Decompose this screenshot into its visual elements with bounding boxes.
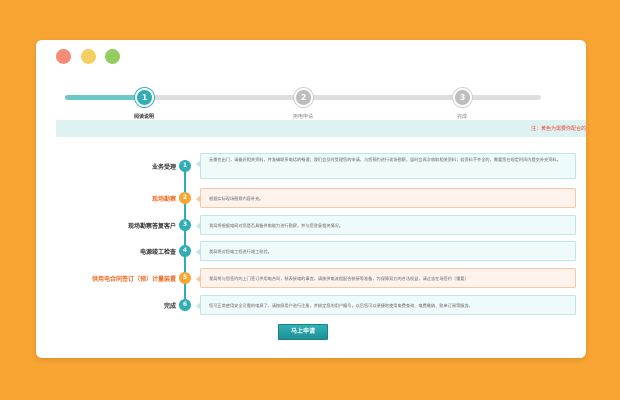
- process-step-description-box: 根据实际现场勘察内容补充。: [196, 188, 576, 208]
- process-step-6: 完成 6 您可正常使用安全可靠的电源了，请按照用户进行注册，并绑定您的用户编号，…: [36, 295, 586, 315]
- process-step-title: 现场勘察答复客户: [127, 223, 176, 230]
- process-step-title: 现场勘察: [151, 196, 176, 203]
- process-step-title: 完成: [163, 303, 176, 310]
- process-step-title: 供用电合同签订（预）计量装置: [91, 276, 176, 283]
- step-1-label: 阅读说明: [133, 114, 154, 120]
- notice-bar: 注：黄色为需要你配合的: [56, 120, 586, 137]
- process-step-number: 1: [179, 160, 191, 172]
- step-3-circle[interactable]: 3: [453, 88, 472, 107]
- process-step-description-box: 我局将与您签约的上门签订供用电合同，装表接电的事宜，请按供电流程配合装接等准备，…: [196, 268, 576, 288]
- step-progress-fill: [65, 95, 146, 100]
- process-step-description-box: 无需也出门，请备好相关资料，并准确联系电话的畅通；我们会及时受理您的申请，与您预…: [196, 153, 576, 179]
- process-step-description: 无需也出门，请备好相关资料，并准确联系电话的畅通；我们会及时受理您的申请，与您预…: [209, 157, 561, 162]
- step-1-circle[interactable]: 1: [135, 88, 154, 107]
- browser-window: 1 阅读说明 2 用电申请 3 完成 注：黄色为需要你配合的 业务受理 1 无需…: [36, 40, 586, 358]
- process-step-number: 5: [179, 272, 191, 284]
- step-2-circle[interactable]: 2: [294, 88, 313, 107]
- process-step-2: 现场勘察 2 根据实际现场勘察内容补充。: [36, 188, 586, 208]
- process-step-4: 电源竣工检查 4 我局将对您电工程进行竣工检验。: [36, 241, 586, 261]
- notice-text: 注：黄色为需要你配合的: [530, 126, 586, 132]
- close-window-button[interactable]: [56, 49, 71, 64]
- process-step-description: 我局将与您签约的上门签订供用电合同，装表接电的事宜，请按供电流程配合装接等准备，…: [209, 276, 469, 281]
- process-step-1: 业务受理 1 无需也出门，请备好相关资料，并准确联系电话的畅通；我们会及时受理您…: [36, 153, 586, 179]
- process-step-description: 根据实际现场勘察内容补充。: [209, 196, 264, 201]
- apply-now-button[interactable]: 马上申请: [278, 324, 328, 340]
- process-step-description-box: 我局将对您电工程进行竣工检验。: [196, 241, 576, 261]
- process-step-title: 电源竣工检查: [139, 249, 176, 256]
- process-step-number: 6: [179, 299, 191, 311]
- process-step-number: 2: [179, 192, 191, 204]
- step-2-label: 用电申请: [292, 114, 313, 120]
- window-titlebar: [36, 40, 586, 74]
- process-step-description: 我局将对您电工程进行竣工检验。: [209, 249, 272, 254]
- process-step-description-box: 您可正常使用安全可靠的电源了，请按照用户进行注册，并绑定您的用户编号，以后您可以…: [196, 295, 576, 315]
- process-step-title: 业务受理: [151, 164, 176, 171]
- process-step-5: 供用电合同签订（预）计量装置 5 我局将与您签约的上门签订供用电合同，装表接电的…: [36, 268, 586, 288]
- minimize-window-button[interactable]: [81, 49, 96, 64]
- process-step-number: 4: [179, 245, 191, 257]
- step-3-label: 完成: [456, 114, 467, 120]
- process-step-number: 3: [179, 219, 191, 231]
- process-step-description-box: 我局将根据电网对您是否具备供电能力进行勘察，并与您答复相关情况。: [196, 215, 576, 235]
- process-step-description: 我局将根据电网对您是否具备供电能力进行勘察，并与您答复相关情况。: [209, 223, 344, 228]
- maximize-window-button[interactable]: [105, 49, 120, 64]
- process-step-description: 您可正常使用安全可靠的电源了，请按照用户进行注册，并绑定您的用户编号，以后您可以…: [209, 303, 473, 308]
- process-step-3: 现场勘察答复客户 3 我局将根据电网对您是否具备供电能力进行勘察，并与您答复相关…: [36, 215, 586, 235]
